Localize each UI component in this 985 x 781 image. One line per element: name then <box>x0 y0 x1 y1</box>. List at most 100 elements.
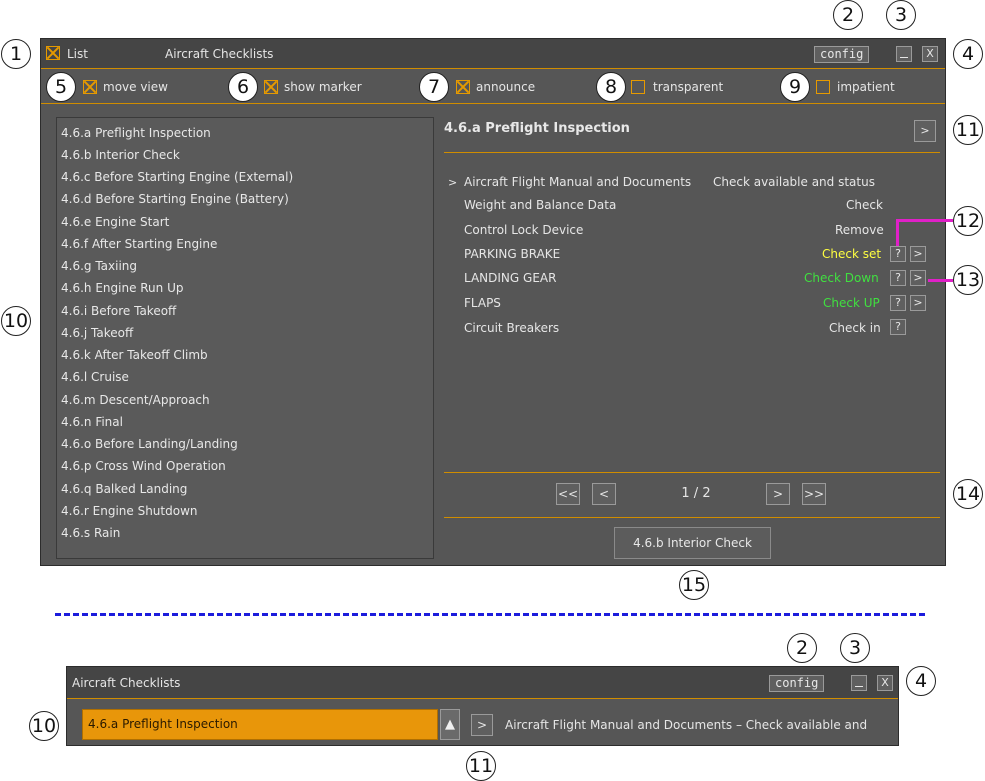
item-name: LANDING GEAR <box>464 271 557 285</box>
next-page-button[interactable]: > <box>766 483 790 505</box>
config-button[interactable]: config <box>814 46 870 63</box>
callout-12-pointer <box>896 219 953 222</box>
move-view-label: move view <box>103 80 168 94</box>
compact-current-item: Aircraft Flight Manual and Documents – C… <box>505 718 868 732</box>
checklist-title: 4.6.a Preflight Inspection <box>444 121 630 136</box>
show-marker-checkbox[interactable] <box>264 80 278 94</box>
list-item[interactable]: 4.6.a Preflight Inspection <box>61 126 211 146</box>
compact-minimize-button[interactable] <box>851 675 867 691</box>
callout-2: 2 <box>833 0 863 30</box>
item-name: PARKING BRAKE <box>464 247 561 261</box>
transparent-checkbox[interactable] <box>631 80 645 94</box>
item-value: Check UP <box>823 296 880 310</box>
help-button[interactable]: ? <box>890 270 906 286</box>
announce-label: announce <box>476 80 536 94</box>
first-page-button[interactable]: << <box>556 483 580 505</box>
move-view-checkbox[interactable] <box>83 80 97 94</box>
page-indicator: 1 / 2 <box>681 486 711 501</box>
list-item[interactable]: 4.6.f After Starting Engine <box>61 237 217 257</box>
minimize-icon <box>900 57 908 58</box>
section-divider <box>55 613 925 616</box>
item-value: Check in <box>829 321 881 335</box>
callout-5: 5 <box>46 72 76 102</box>
compact-next-button[interactable]: > <box>471 714 493 736</box>
callout-10: 10 <box>1 306 31 336</box>
list-item[interactable]: 4.6.o Before Landing/Landing <box>61 437 238 457</box>
callout-13: 13 <box>953 265 983 295</box>
item-value: Remove <box>835 223 884 237</box>
compact-close-button[interactable]: X <box>877 675 893 691</box>
last-page-button[interactable]: >> <box>802 483 826 505</box>
list-item[interactable]: 4.6.r Engine Shutdown <box>61 504 198 524</box>
list-item[interactable]: 4.6.q Balked Landing <box>61 482 187 502</box>
impatient-checkbox[interactable] <box>816 80 830 94</box>
callout-9: 9 <box>780 72 810 102</box>
list-item[interactable]: 4.6.g Taxiing <box>61 259 137 279</box>
list-item[interactable]: 4.6.l Cruise <box>61 370 129 390</box>
callout-13-pointer <box>928 279 953 282</box>
callout-3: 3 <box>886 0 916 30</box>
list-item[interactable]: 4.6.s Rain <box>61 526 120 546</box>
minimize-icon <box>855 686 863 687</box>
prev-page-button[interactable]: < <box>592 483 616 505</box>
dropdown-arrow-button[interactable]: ▲ <box>440 709 460 740</box>
list-toggle-checkbox[interactable] <box>46 46 60 60</box>
minimize-button[interactable] <box>896 46 912 62</box>
item-name: Weight and Balance Data <box>464 198 617 212</box>
item-name: Aircraft Flight Manual and Documents <box>464 175 692 189</box>
compact-title: Aircraft Checklists <box>72 676 181 690</box>
item-value: Check set <box>822 247 882 261</box>
list-item[interactable]: 4.6.h Engine Run Up <box>61 281 183 301</box>
item-value: Check Down <box>804 271 879 285</box>
item-value: Check available and status <box>713 175 875 189</box>
item-name: Control Lock Device <box>464 223 584 237</box>
compact-checklist-dialog: Aircraft Checklists config X 4.6.a Prefl… <box>66 666 899 746</box>
execute-button[interactable]: > <box>910 270 926 286</box>
help-button[interactable]: ? <box>890 246 906 262</box>
next-checklist-button[interactable]: 4.6.b Interior Check <box>614 527 771 559</box>
execute-button[interactable]: > <box>910 246 926 262</box>
checklist-dropdown[interactable]: 4.6.a Preflight Inspection <box>82 709 438 740</box>
callout-1: 1 <box>1 39 31 69</box>
item-name: Circuit Breakers <box>464 321 560 335</box>
callout-12-pointer-drop <box>896 219 899 246</box>
show-marker-label: show marker <box>284 80 362 94</box>
callout-14: 14 <box>953 479 983 509</box>
callout-12: 12 <box>953 206 983 236</box>
item-name: FLAPS <box>464 296 501 310</box>
callout-11-compact: 11 <box>466 751 496 781</box>
pager-divider-top <box>444 472 940 473</box>
checklist-dialog: List Aircraft Checklists config X move v… <box>40 38 946 566</box>
list-item[interactable]: 4.6.i Before Takeoff <box>61 304 176 324</box>
list-toggle-label: List <box>67 47 88 61</box>
next-checklist-arrow-button[interactable]: > <box>914 120 936 142</box>
current-item-marker: > <box>448 176 458 189</box>
callout-3-compact: 3 <box>840 633 870 663</box>
list-item[interactable]: 4.6.m Descent/Approach <box>61 393 210 413</box>
announce-checkbox[interactable] <box>456 80 470 94</box>
help-button[interactable]: ? <box>890 295 906 311</box>
item-value: Check <box>846 198 883 212</box>
callout-4: 4 <box>953 39 983 69</box>
list-item[interactable]: 4.6.k After Takeoff Climb <box>61 348 208 368</box>
checklist-list: 4.6.a Preflight Inspection 4.6.b Interio… <box>56 117 434 559</box>
list-item[interactable]: 4.6.e Engine Start <box>61 215 169 235</box>
list-item[interactable]: 4.6.n Final <box>61 415 123 435</box>
list-item[interactable]: 4.6.c Before Starting Engine (External) <box>61 170 293 190</box>
callout-10-compact: 10 <box>29 711 59 741</box>
compact-config-button[interactable]: config <box>769 675 825 692</box>
list-item[interactable]: 4.6.j Takeoff <box>61 326 133 346</box>
help-button[interactable]: ? <box>890 319 906 335</box>
callout-7: 7 <box>419 72 449 102</box>
compact-titlebar: Aircraft Checklists config X <box>67 667 898 699</box>
execute-button[interactable]: > <box>910 295 926 311</box>
pager-divider-bottom <box>444 517 940 518</box>
callout-15: 15 <box>679 570 709 600</box>
close-button[interactable]: X <box>922 46 938 62</box>
transparent-label: transparent <box>653 80 724 94</box>
list-item[interactable]: 4.6.d Before Starting Engine (Battery) <box>61 192 289 212</box>
callout-2-compact: 2 <box>787 633 817 663</box>
list-item[interactable]: 4.6.b Interior Check <box>61 148 180 168</box>
list-item[interactable]: 4.6.p Cross Wind Operation <box>61 459 226 479</box>
callout-8: 8 <box>596 72 626 102</box>
